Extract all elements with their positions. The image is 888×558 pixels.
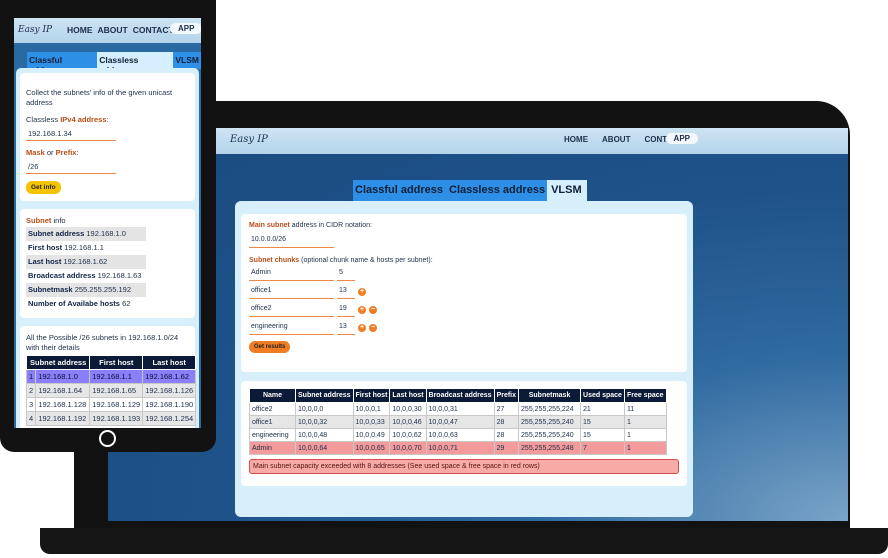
- mask-input[interactable]: /26: [26, 159, 116, 174]
- possible-subnets: All the Possible /26 subnets in 192.168.…: [20, 326, 197, 428]
- tab-classless[interactable]: Classless address: [445, 180, 548, 202]
- nav-about[interactable]: ABOUT: [602, 135, 630, 144]
- subnet-info-title: Subnet info: [26, 216, 66, 225]
- nav-contact[interactable]: CONTACT: [133, 25, 174, 35]
- chunk-row: office2 19 + −: [249, 301, 679, 318]
- chunk-hosts-input[interactable]: 13: [337, 285, 355, 299]
- chunk-name-input[interactable]: Admin: [249, 267, 334, 281]
- info-broadcast: Broadcast address 192.168.1.63: [28, 271, 142, 280]
- classless-card: Collect the subnets' info of the given u…: [16, 68, 199, 428]
- capacity-error-message: Main subnet capacity exceeded with 8 add…: [249, 459, 679, 474]
- info-last-host: Last host 192.168.1.62: [26, 255, 146, 269]
- table-row[interactable]: 3 192.168.1.128 192.168.1.129 192.168.1.190: [25, 397, 197, 412]
- classless-form: Collect the subnets' info of the given u…: [20, 73, 195, 201]
- ipv4-input[interactable]: 192.168.1.34: [26, 126, 116, 141]
- vlsm-card: Main subnet address in CIDR notation: 10…: [235, 201, 693, 517]
- col-name: Name: [249, 388, 296, 403]
- vlsm-form: Main subnet address in CIDR notation: 10…: [241, 214, 687, 372]
- add-chunk-icon[interactable]: +: [358, 323, 366, 332]
- phone-home-button[interactable]: [99, 430, 116, 447]
- remove-chunk-icon[interactable]: −: [369, 305, 377, 314]
- col-subnet-address: Subnet address: [25, 355, 91, 370]
- logo[interactable]: Easy IP: [230, 134, 268, 145]
- phone-navbar: Easy IP HOME ABOUT CONTACT APP: [14, 18, 201, 43]
- nav-home[interactable]: HOME: [564, 135, 588, 144]
- table-header-row: Subnet address First host Last host: [25, 355, 197, 370]
- chunk-hosts-input[interactable]: 19: [337, 303, 355, 317]
- chunk-row: Admin 5: [249, 265, 679, 282]
- chunk-hosts-input[interactable]: 5: [337, 267, 355, 281]
- col-last-host: Last host: [389, 388, 427, 403]
- laptop-base: [40, 528, 888, 554]
- chunk-row: engineering 13 + −: [249, 319, 679, 336]
- remove-chunk-icon[interactable]: −: [369, 323, 377, 332]
- nav-about[interactable]: ABOUT: [98, 25, 128, 35]
- col-subnetmask: Subnetmask: [518, 388, 582, 403]
- col-first-host: First host: [89, 355, 144, 370]
- logo[interactable]: Easy IP: [18, 25, 52, 35]
- vlsm-results: Name Subnet address First host Last host…: [241, 381, 687, 486]
- info-subnetmask: Subnetmask 255.255.255.192: [26, 283, 146, 297]
- table-row[interactable]: 2 192.168.1.64 192.168.1.65 192.168.1.126: [25, 383, 197, 398]
- col-first-host: First host: [352, 388, 391, 403]
- col-used-space: Used space: [580, 388, 625, 403]
- chunk-row: office1 13 +: [249, 283, 679, 300]
- get-results-button[interactable]: Get results: [249, 341, 291, 353]
- get-info-button[interactable]: Get info: [26, 181, 61, 194]
- col-last-host: Last host: [142, 355, 197, 370]
- main-subnet-label: Main subnet address in CIDR notation:: [249, 222, 372, 229]
- nav-app-button[interactable]: APP: [665, 133, 698, 144]
- mask-label: Mask or Prefix:: [26, 148, 79, 157]
- col-free-space: Free space: [623, 388, 667, 403]
- col-prefix: Prefix: [493, 388, 520, 403]
- intro-text: Collect the subnets' info of the given u…: [26, 88, 173, 107]
- laptop-navbar: Easy IP HOME ABOUT CONTACT APP: [108, 128, 848, 154]
- table-row: engineering 10,0,0,48 10,0,0,49 10,0,0,62 10…: [249, 428, 667, 442]
- add-chunk-icon[interactable]: +: [358, 305, 366, 314]
- chunk-hosts-input[interactable]: 13: [337, 321, 355, 335]
- results-table: Name Subnet address First host Last host…: [249, 388, 667, 455]
- main-subnet-input[interactable]: 10.0.0.0/26: [249, 233, 334, 248]
- col-subnet-address: Subnet address: [295, 388, 354, 403]
- phone-tabs: Classful address Classless address VLSM: [27, 52, 201, 75]
- info-available-hosts: Number of Availabe hosts 62: [28, 299, 131, 308]
- tab-classful[interactable]: Classful address: [27, 52, 98, 75]
- nav-app-button[interactable]: APP: [170, 23, 201, 34]
- possible-subnets-text: All the Possible /26 subnets in 192.168.…: [26, 333, 179, 352]
- chunk-name-input[interactable]: office1: [249, 285, 334, 299]
- chunk-name-input[interactable]: engineering: [249, 321, 334, 335]
- subnet-info: Subnet info Subnet address 192.168.1.0 F…: [20, 209, 195, 318]
- table-row-selected[interactable]: 1 192.168.1.0 192.168.1.1 192.168.1.62: [25, 369, 197, 384]
- laptop-screen: Easy IP HOME ABOUT CONTACT APP Classful …: [108, 128, 848, 521]
- tab-classful[interactable]: Classful address: [353, 180, 446, 202]
- table-row: office1 10,0,0,32 10,0,0,33 10,0,0,46 10,0,0…: [249, 415, 667, 429]
- phone-screen: Easy IP HOME ABOUT CONTACT APP Classful …: [14, 18, 201, 428]
- table-row-exceeded: Admin 10,0,0,64 10,0,0,65 10,0,0,70 10,0,0,7…: [249, 441, 667, 455]
- nav-home[interactable]: HOME: [67, 25, 93, 35]
- stage: Easy IP HOME ABOUT CONTACT APP Classful …: [0, 0, 888, 558]
- add-chunk-icon[interactable]: +: [358, 287, 366, 296]
- info-subnet-address: Subnet address 192.168.1.0: [26, 227, 146, 241]
- ipv4-label: Classless IPv4 address:: [26, 115, 109, 124]
- laptop-tabs: Classful address Classless address VLSM: [353, 180, 587, 202]
- table-header-row: Name Subnet address First host Last host…: [249, 388, 667, 403]
- chunk-name-input[interactable]: office2: [249, 303, 334, 317]
- table-row: office2 10,0,0,0 10,0,0,1 10,0,0,30 10,0,0,3…: [249, 402, 667, 416]
- info-first-host: First host 192.168.1.1: [28, 243, 104, 252]
- chunks-label: Subnet chunks (optional chunk name & hos…: [249, 257, 433, 264]
- table-row[interactable]: 4 192.168.1.192 192.168.1.193 192.168.1.254: [25, 411, 197, 426]
- col-broadcast: Broadcast address: [425, 388, 495, 403]
- possible-subnets-table: Subnet address First host Last host 1 192…: [25, 355, 197, 426]
- nav-links: HOME ABOUT CONTACT: [67, 25, 174, 35]
- tab-vlsm[interactable]: VLSM: [173, 52, 201, 69]
- tab-classless[interactable]: Classless address: [97, 52, 174, 75]
- tab-vlsm[interactable]: VLSM: [547, 180, 587, 202]
